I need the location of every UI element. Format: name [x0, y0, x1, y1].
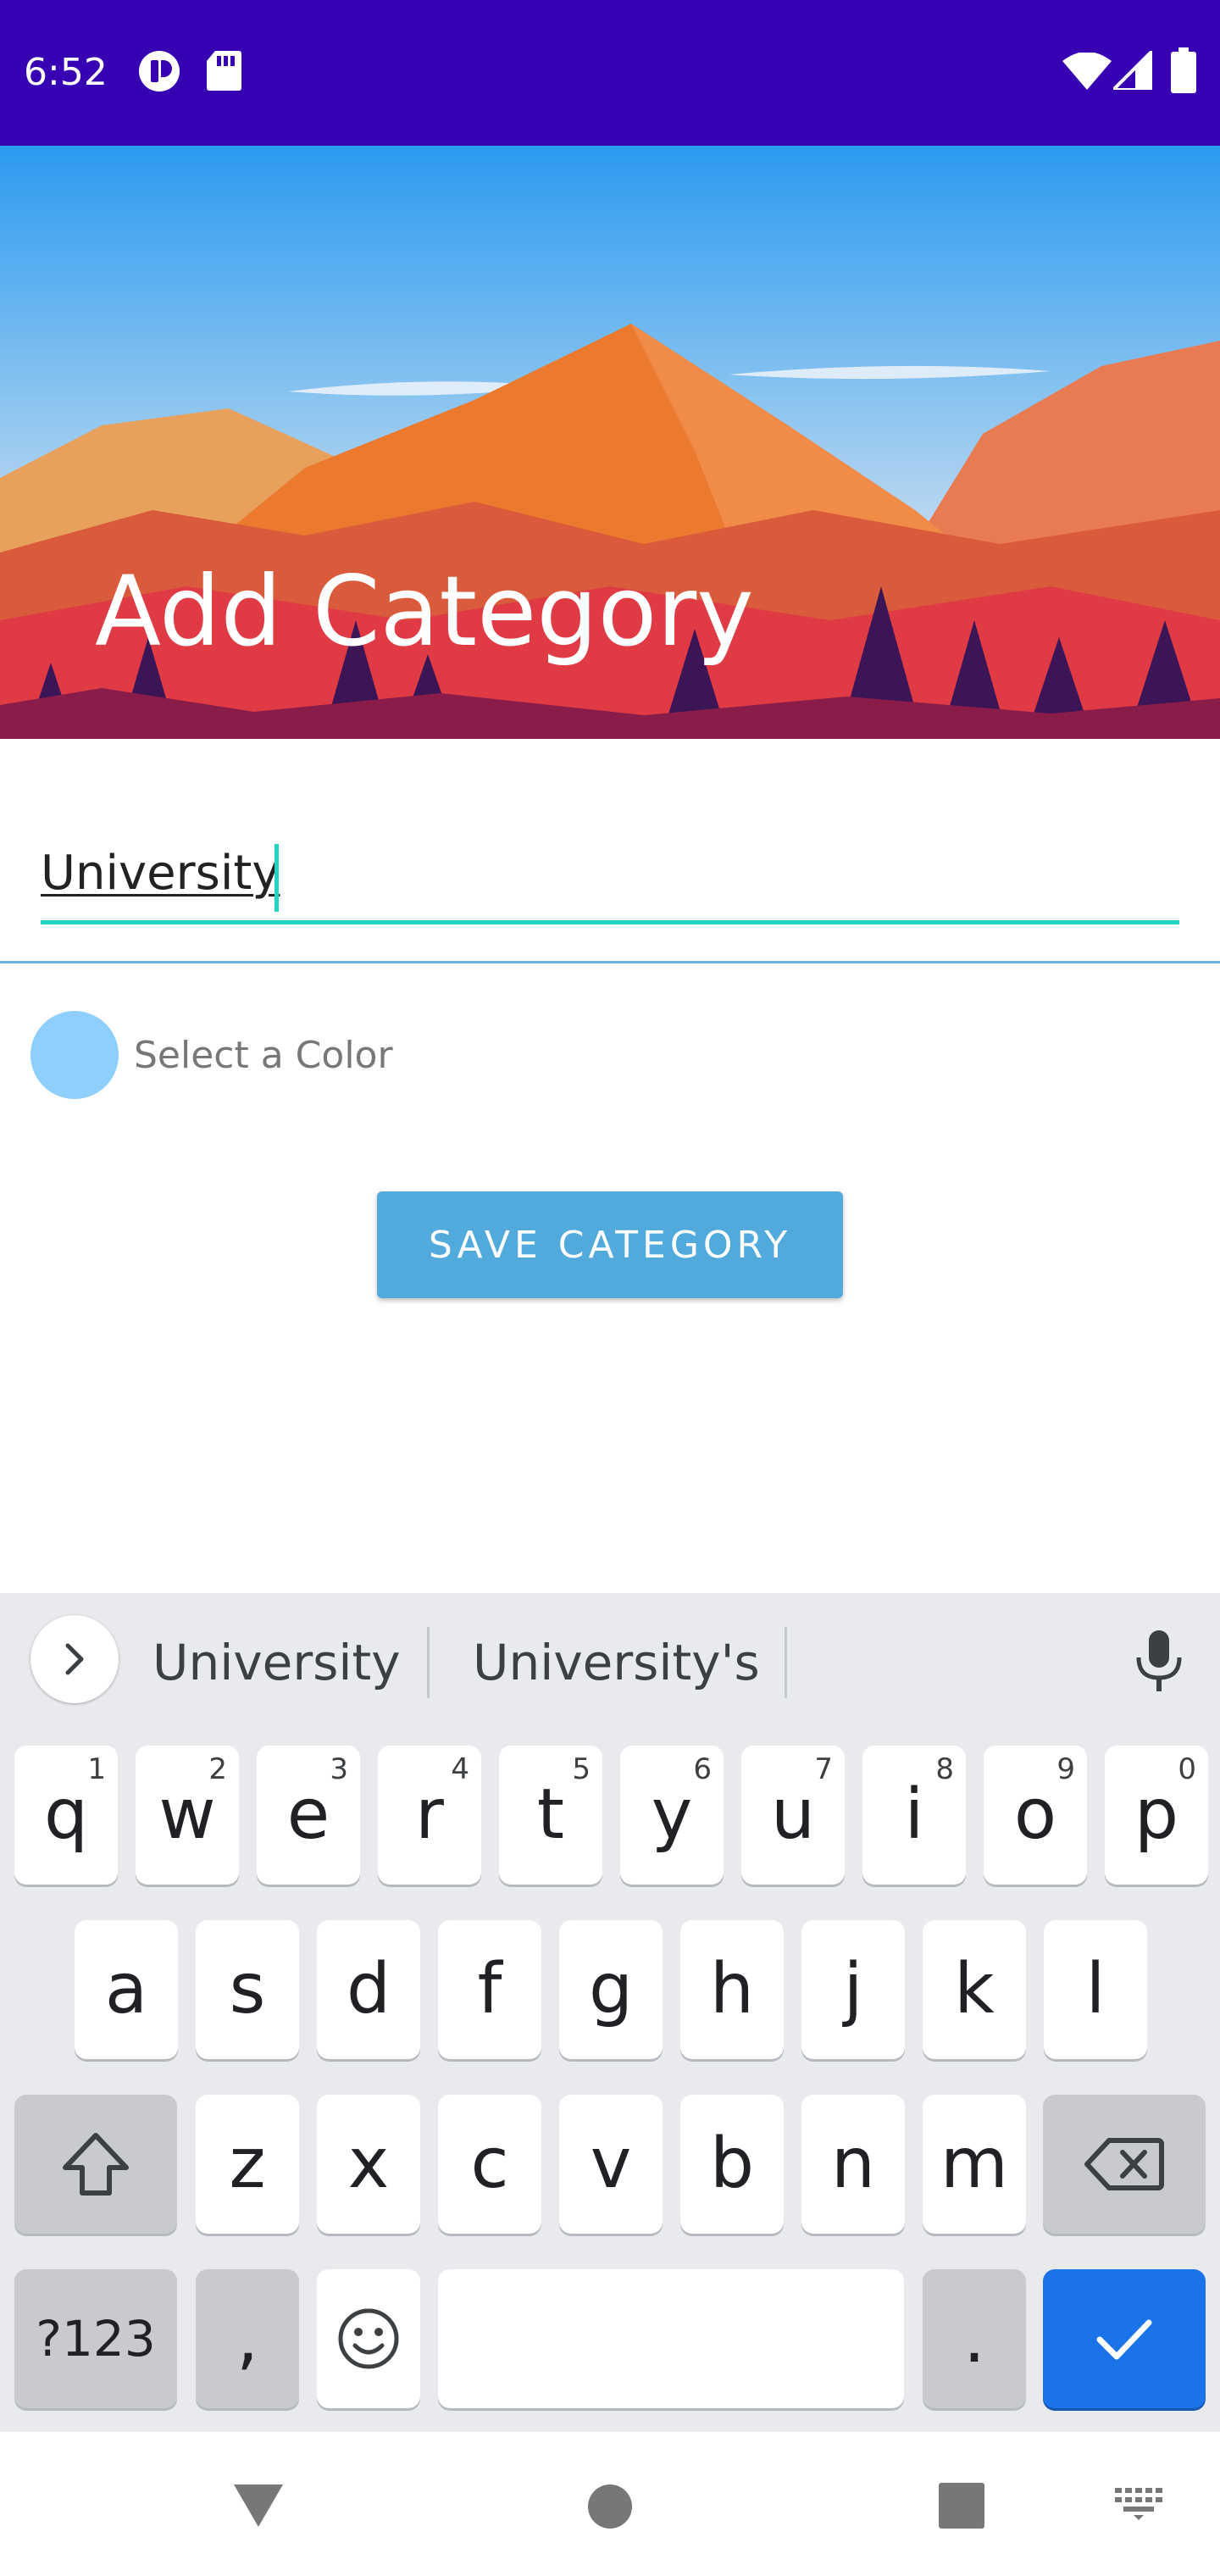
shift-key[interactable]	[14, 2095, 177, 2234]
key-a[interactable]: a	[75, 1920, 178, 2059]
notification-icon	[137, 49, 181, 97]
recents-icon[interactable]	[939, 2483, 984, 2532]
form-divider	[0, 961, 1220, 963]
microphone-icon[interactable]	[1132, 1629, 1186, 1696]
text-cursor	[274, 844, 279, 912]
emoji-key[interactable]	[317, 2269, 420, 2408]
key-e[interactable]: e3	[257, 1746, 360, 1885]
battery-icon	[1171, 47, 1196, 97]
key-m[interactable]: m	[923, 2095, 1026, 2234]
key-i[interactable]: i8	[862, 1746, 966, 1885]
status-time: 6:52	[24, 51, 108, 94]
key-f[interactable]: f	[438, 1920, 541, 2059]
suggestion-item[interactable]: University's	[473, 1630, 760, 1695]
color-swatch[interactable]	[30, 1011, 119, 1099]
key-q[interactable]: q1	[14, 1746, 118, 1885]
suggestion-divider	[427, 1627, 430, 1698]
key-r[interactable]: r4	[378, 1746, 481, 1885]
key-p[interactable]: p0	[1105, 1746, 1208, 1885]
category-name-field[interactable]	[41, 830, 1179, 929]
suggestion-expand-button[interactable]	[30, 1615, 119, 1703]
comma-key[interactable]: ,	[196, 2269, 299, 2408]
wifi-icon	[1062, 52, 1112, 93]
category-name-input[interactable]	[41, 830, 1179, 915]
done-key[interactable]	[1043, 2269, 1206, 2408]
key-h[interactable]: h	[680, 1920, 784, 2059]
key-j[interactable]: j	[801, 1920, 905, 2059]
key-u[interactable]: u7	[741, 1746, 845, 1885]
suggestion-item[interactable]: University	[152, 1630, 401, 1695]
key-s[interactable]: s	[196, 1920, 299, 2059]
keyboard-switch-icon[interactable]	[1115, 2488, 1162, 2523]
save-category-button[interactable]: SAVE CATEGORY	[377, 1191, 843, 1298]
space-key[interactable]	[438, 2269, 904, 2408]
home-icon[interactable]	[586, 2483, 634, 2534]
select-color-label[interactable]: Select a Color	[134, 1032, 393, 1080]
input-underline	[41, 920, 1179, 924]
back-icon[interactable]	[232, 2481, 285, 2532]
navigation-bar	[0, 2432, 1220, 2576]
chevron-right-icon	[65, 1643, 84, 1675]
suggestion-divider	[785, 1627, 787, 1698]
page-title: Add Category	[95, 555, 754, 668]
key-n[interactable]: n	[801, 2095, 905, 2234]
key-o[interactable]: o9	[984, 1746, 1087, 1885]
key-v[interactable]: v	[559, 2095, 663, 2234]
header-banner: Add Category	[0, 146, 1220, 739]
key-t[interactable]: t5	[499, 1746, 602, 1885]
key-b[interactable]: b	[680, 2095, 784, 2234]
symbols-key[interactable]: ?123	[14, 2269, 177, 2408]
key-w[interactable]: w2	[136, 1746, 239, 1885]
key-g[interactable]: g	[559, 1920, 663, 2059]
sd-card-icon	[205, 49, 242, 95]
backspace-key[interactable]	[1043, 2095, 1206, 2234]
shift-icon	[63, 2133, 129, 2196]
backspace-icon	[1084, 2138, 1164, 2190]
key-y[interactable]: y6	[620, 1746, 724, 1885]
status-bar: 6:52	[0, 0, 1220, 146]
key-z[interactable]: z	[196, 2095, 299, 2234]
key-l[interactable]: l	[1044, 1920, 1147, 2059]
key-k[interactable]: k	[923, 1920, 1026, 2059]
key-c[interactable]: c	[438, 2095, 541, 2234]
checkmark-icon	[1096, 2319, 1152, 2360]
emoji-icon	[338, 2308, 399, 2369]
key-x[interactable]: x	[317, 2095, 420, 2234]
period-key[interactable]: .	[923, 2269, 1026, 2408]
signal-icon	[1109, 47, 1154, 93]
key-d[interactable]: d	[317, 1920, 420, 2059]
soft-keyboard: University University's q1 w2 e3 r4 t5 y…	[0, 1593, 1220, 2432]
